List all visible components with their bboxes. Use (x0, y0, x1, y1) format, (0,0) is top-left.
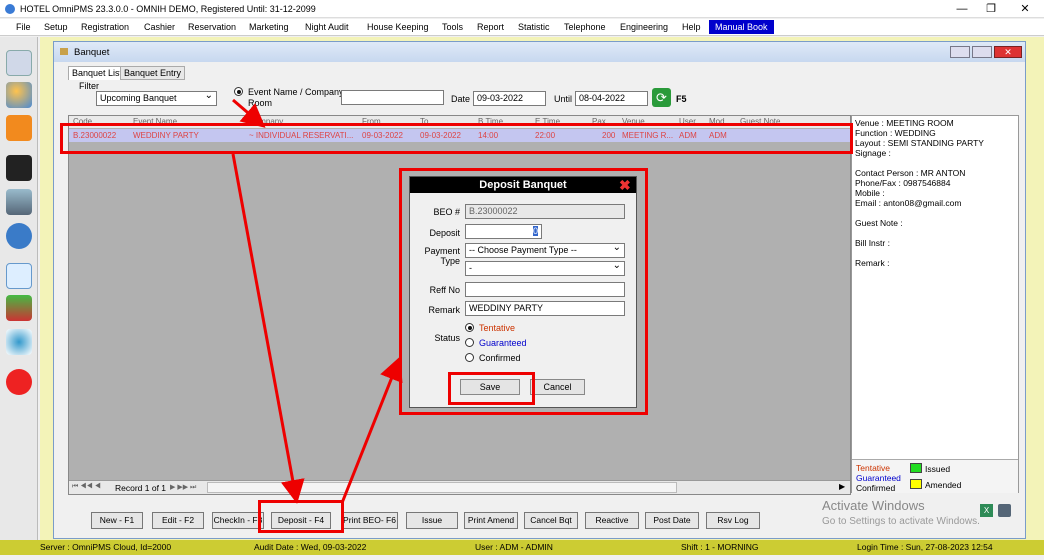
arrow-deposit-to-dialog (340, 356, 403, 504)
annotation-arrows (231, 98, 403, 504)
arrow-to-radio (232, 98, 266, 128)
arrow-row-to-deposit (231, 153, 305, 504)
